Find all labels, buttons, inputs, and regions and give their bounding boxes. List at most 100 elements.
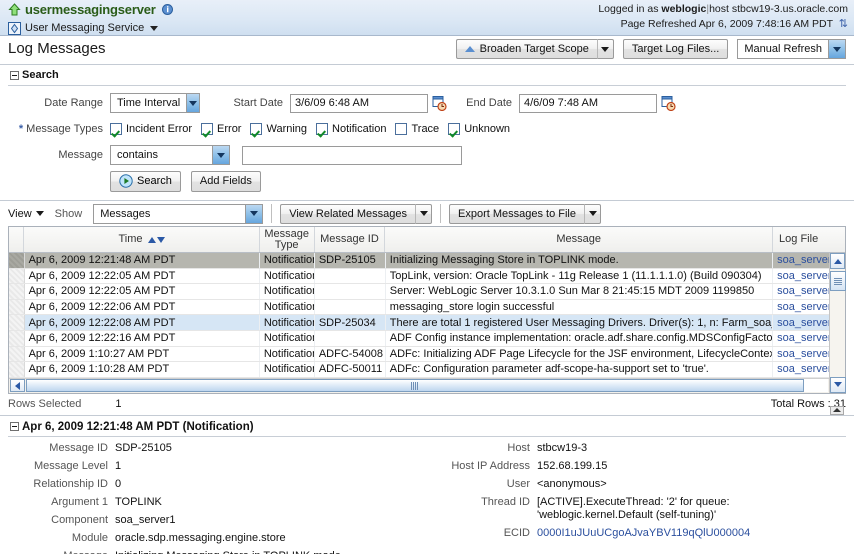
- calendar-icon[interactable]: [661, 95, 676, 111]
- refresh-mode-select[interactable]: Manual Refresh: [737, 39, 846, 59]
- sort-control[interactable]: [147, 236, 165, 243]
- message-operator-select[interactable]: contains: [110, 145, 230, 165]
- chevron-down-icon[interactable]: [186, 94, 199, 112]
- checkbox-icon[interactable]: [316, 123, 329, 135]
- search-button[interactable]: Search: [110, 170, 181, 192]
- horizontal-scrollbar-track[interactable]: [26, 379, 828, 393]
- message-type-error[interactable]: Error: [201, 123, 241, 135]
- export-messages-arrow[interactable]: [584, 203, 601, 224]
- end-date-input[interactable]: 4/6/09 7:48 AM: [519, 93, 657, 113]
- message-type-trace[interactable]: Trace: [395, 123, 439, 135]
- message-type-warning[interactable]: Warning: [250, 123, 307, 135]
- cell-message-id: ADFC-50011: [315, 362, 386, 377]
- detail-row: User <anonymous>: [425, 478, 845, 491]
- horizontal-scrollbar-thumb[interactable]: [26, 379, 804, 393]
- chevron-down-icon[interactable]: [212, 146, 229, 164]
- column-header-log-file[interactable]: Log File: [773, 227, 845, 252]
- end-date-label: End Date: [466, 97, 512, 109]
- add-fields-button[interactable]: Add Fields: [190, 170, 261, 192]
- sort-ascending-icon[interactable]: [147, 236, 156, 243]
- column-header-message-id[interactable]: Message ID: [315, 227, 386, 252]
- table-row[interactable]: Apr 6, 2009 12:22:08 AM PDT Notification…: [9, 315, 845, 331]
- scroll-left-icon[interactable]: [10, 379, 25, 393]
- show-select[interactable]: Messages: [93, 203, 264, 224]
- table-vertical-scrollbar[interactable]: [829, 253, 846, 393]
- message-type-label: Trace: [411, 123, 440, 135]
- search-disclosure[interactable]: Search: [0, 65, 854, 84]
- table-horizontal-scrollbar[interactable]: [9, 377, 845, 393]
- broaden-target-scope-button[interactable]: Broaden Target Scope: [455, 39, 614, 59]
- collapse-icon[interactable]: [10, 70, 19, 80]
- calendar-icon[interactable]: [432, 95, 447, 111]
- chevron-down-icon[interactable]: [828, 40, 845, 58]
- column-header-time[interactable]: Time: [24, 227, 260, 252]
- table-row[interactable]: Apr 6, 2009 12:22:16 AM PDT Notification…: [9, 330, 845, 347]
- cell-message-id: [315, 330, 386, 346]
- message-type-incident-error[interactable]: Incident Error: [110, 123, 192, 135]
- row-select-cell[interactable]: [9, 284, 25, 299]
- service-menu[interactable]: User Messaging Service: [8, 20, 173, 36]
- row-select-cell[interactable]: [9, 268, 25, 284]
- info-icon[interactable]: [161, 4, 173, 15]
- table-row[interactable]: Apr 6, 2009 12:22:05 AM PDT Notification…: [9, 268, 845, 285]
- chevron-down-icon: [150, 25, 159, 31]
- row-select-cell[interactable]: [9, 346, 25, 362]
- scroll-up-icon[interactable]: [830, 253, 845, 269]
- table-row[interactable]: Apr 6, 2009 1:10:28 AM PDT Notification …: [9, 362, 845, 378]
- chevron-down-icon[interactable]: [245, 204, 263, 223]
- sort-descending-icon[interactable]: [156, 236, 165, 243]
- broaden-target-scope-main[interactable]: Broaden Target Scope: [455, 39, 597, 59]
- show-value: Messages: [100, 207, 151, 220]
- chevron-down-icon: [419, 211, 428, 216]
- message-type-label: Incident Error: [126, 123, 193, 135]
- column-header-message[interactable]: Message: [385, 227, 774, 252]
- checkbox-icon[interactable]: [201, 123, 214, 135]
- message-label: Message: [58, 149, 103, 161]
- detail-row: Thread ID [ACTIVE].ExecuteThread: '2' fo…: [425, 496, 845, 522]
- view-related-messages-arrow[interactable]: [415, 203, 432, 224]
- row-select-cell[interactable]: [9, 315, 25, 330]
- detail-value: <anonymous>: [537, 477, 607, 490]
- target-log-files-button[interactable]: Target Log Files...: [622, 39, 729, 59]
- collapse-panel-icon[interactable]: [830, 405, 844, 415]
- row-select-cell[interactable]: [9, 299, 25, 315]
- start-date-input[interactable]: 3/6/09 6:48 AM: [290, 93, 428, 113]
- table-row[interactable]: Apr 6, 2009 12:22:05 AM PDT Notification…: [9, 284, 845, 300]
- broaden-target-scope-arrow[interactable]: [596, 39, 614, 59]
- checkbox-icon[interactable]: [110, 123, 122, 135]
- collapse-icon[interactable]: [10, 422, 19, 432]
- table-body: Apr 6, 2009 12:21:48 AM PDT Notification…: [9, 253, 845, 378]
- detail-row: Argument 1 TOPLINK: [0, 496, 425, 509]
- column-header-message-type[interactable]: Message Type: [260, 227, 315, 252]
- detail-value-ecid[interactable]: 0000I1uJUuUCgoAJvaYBV119qQlU000004: [537, 527, 750, 540]
- search-form: Date Range Time Interval Start Date 3/6/…: [0, 86, 854, 196]
- date-range-select[interactable]: Time Interval: [110, 93, 200, 113]
- export-messages-button[interactable]: Export Messages to File: [449, 203, 601, 224]
- cell-message-type: Notification: [260, 330, 315, 346]
- checkbox-icon[interactable]: [395, 123, 408, 135]
- checkbox-icon[interactable]: [448, 123, 461, 135]
- view-related-messages-main[interactable]: View Related Messages: [280, 203, 415, 224]
- view-related-messages-button[interactable]: View Related Messages: [280, 203, 432, 224]
- scroll-down-icon[interactable]: [830, 376, 846, 393]
- message-type-unknown[interactable]: Unknown: [448, 123, 510, 135]
- row-select-cell[interactable]: [9, 362, 25, 377]
- table-row[interactable]: Apr 6, 2009 1:10:27 AM PDT Notification …: [9, 346, 845, 363]
- detail-disclosure[interactable]: Apr 6, 2009 12:21:48 AM PDT (Notificatio…: [0, 416, 854, 436]
- up-arrow-icon[interactable]: [8, 3, 21, 16]
- cell-message-type: Notification: [260, 346, 315, 362]
- table-row[interactable]: Apr 6, 2009 12:21:48 AM PDT Notification…: [9, 253, 845, 269]
- view-menu-button[interactable]: View: [8, 208, 44, 220]
- row-select-cell[interactable]: [9, 330, 25, 346]
- cell-message: ADF Config instance implementation: orac…: [386, 330, 774, 346]
- refresh-icon[interactable]: ⇅: [839, 18, 848, 30]
- table-row[interactable]: Apr 6, 2009 12:22:06 AM PDT Notification…: [9, 299, 845, 316]
- message-type-notification[interactable]: Notification: [316, 123, 386, 135]
- export-messages-main[interactable]: Export Messages to File: [449, 203, 584, 224]
- detail-value: 1: [115, 459, 122, 472]
- vertical-scrollbar-thumb[interactable]: [830, 271, 846, 291]
- column-header-log-file-label: Log File: [779, 233, 819, 245]
- message-search-input[interactable]: [242, 145, 462, 165]
- checkbox-icon[interactable]: [250, 123, 263, 135]
- row-select-cell[interactable]: [9, 253, 25, 268]
